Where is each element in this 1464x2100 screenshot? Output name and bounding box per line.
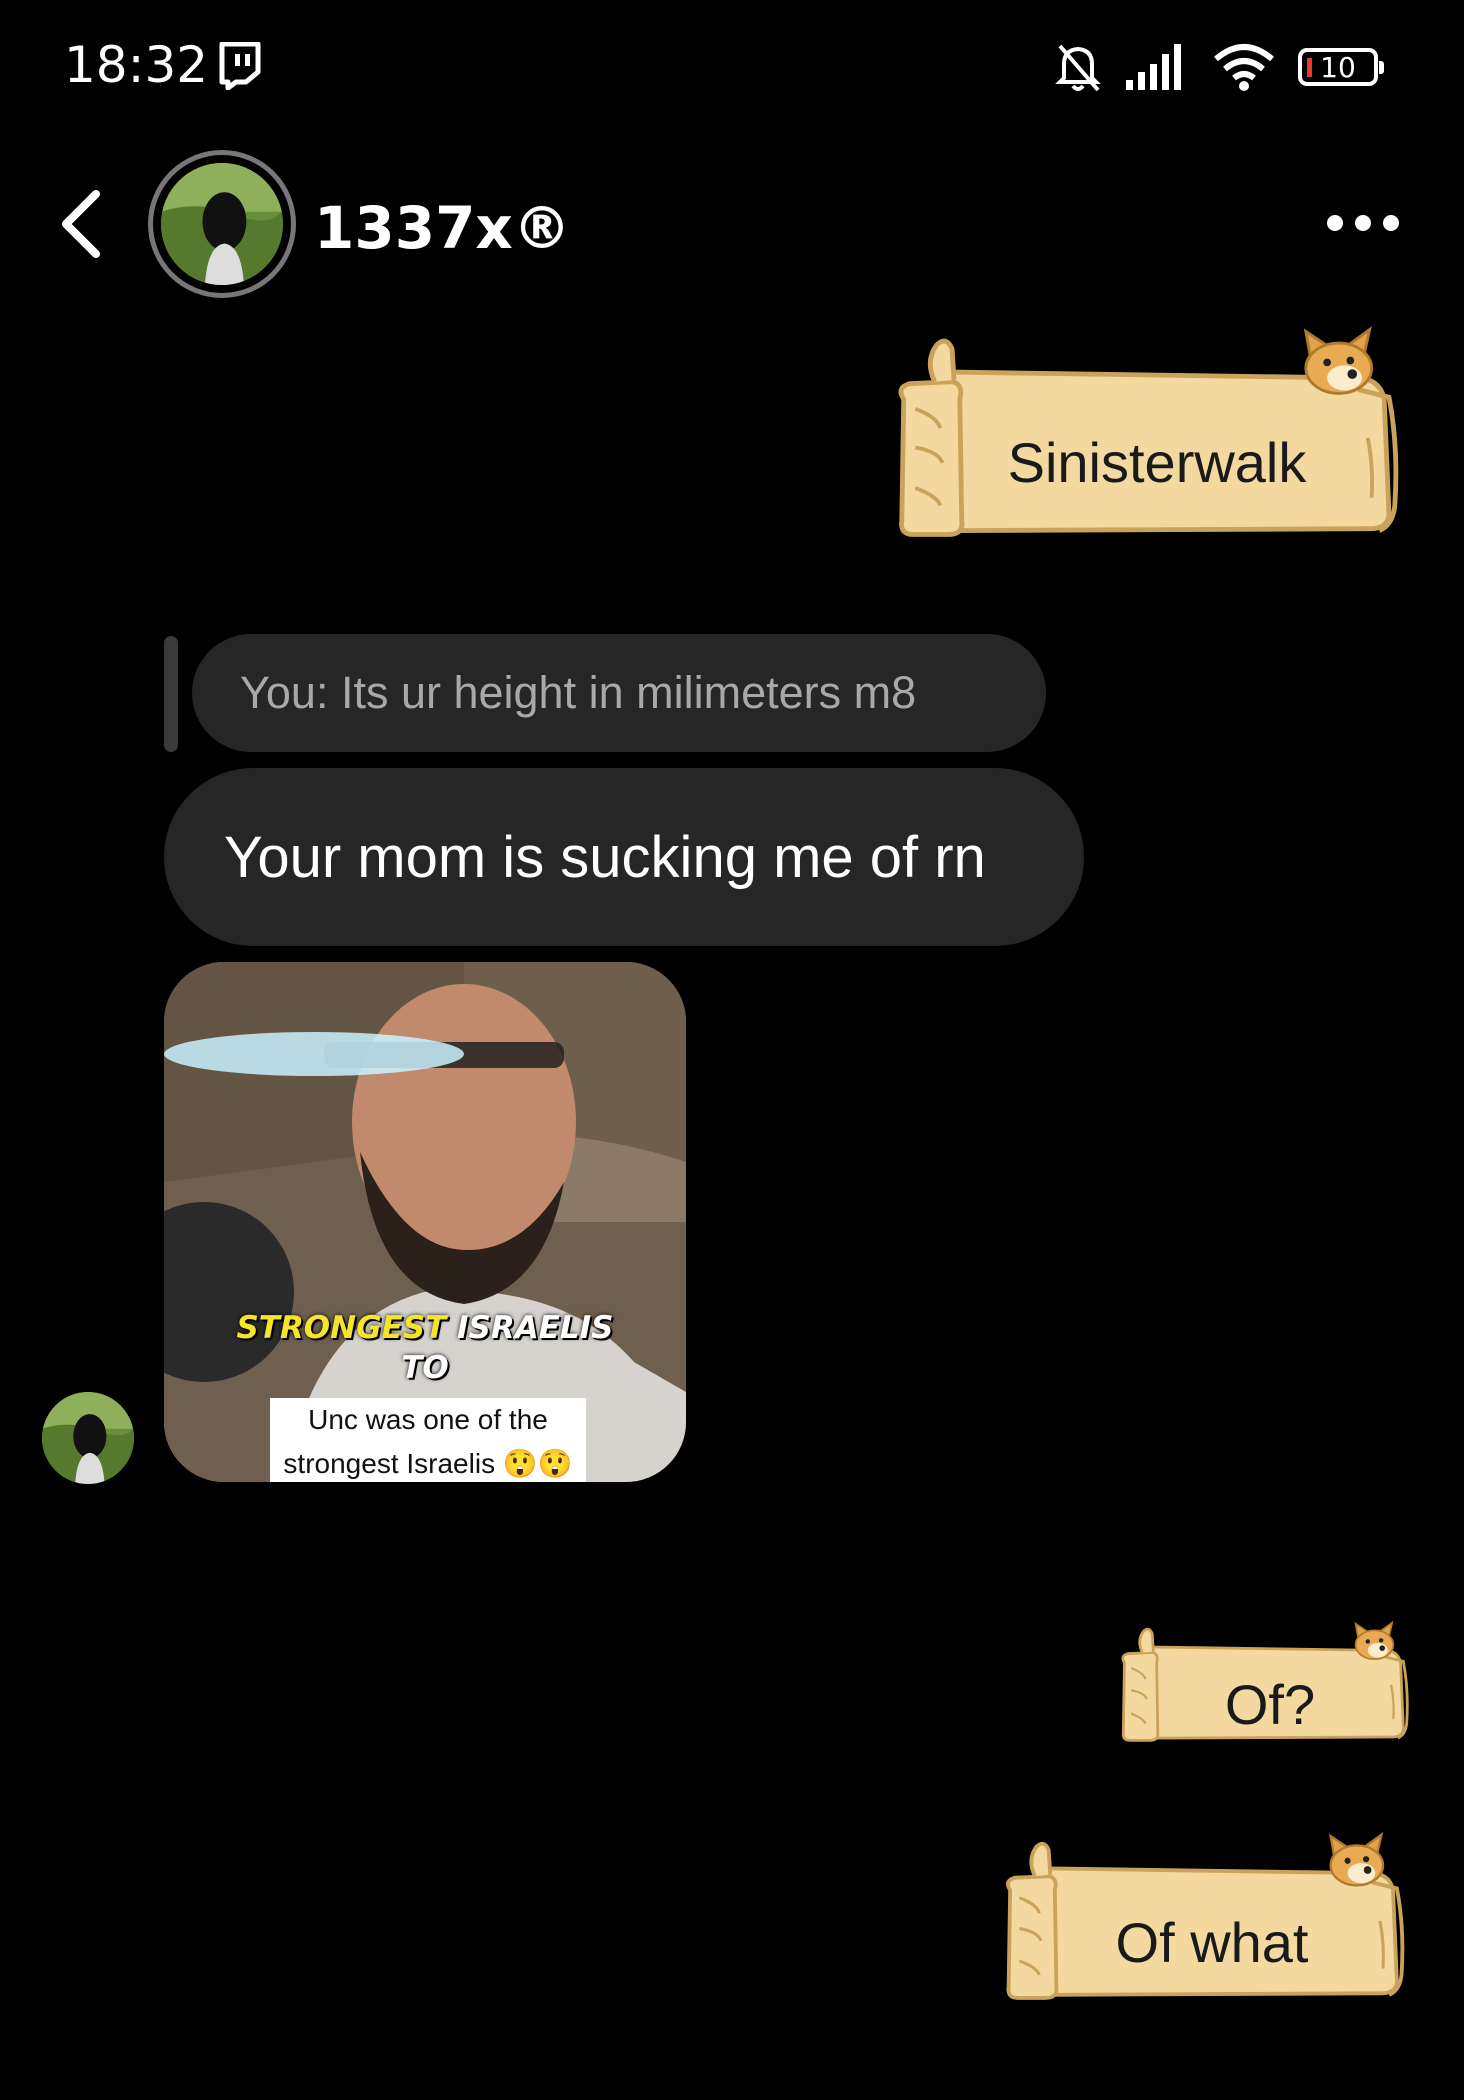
outgoing-message[interactable]: Sinisterwalk — [896, 326, 1418, 540]
status-time: 18:32 — [64, 36, 209, 94]
twitch-icon — [219, 42, 261, 90]
outgoing-message[interactable]: Of? — [1120, 1572, 1420, 1792]
battery-icon: 10 — [1298, 48, 1384, 86]
message-text: Of what — [1115, 1911, 1309, 1974]
video-caption: STRONGEST ISRAELIS TO — [236, 1310, 614, 1386]
outgoing-message[interactable]: Of what — [1004, 1810, 1420, 2024]
wifi-icon — [1214, 44, 1274, 91]
contact-avatar[interactable] — [148, 150, 296, 298]
more-dots-icon[interactable] — [1326, 210, 1400, 236]
chevron-left-icon[interactable] — [54, 186, 110, 262]
battery-level: 10 — [1320, 50, 1356, 84]
status-icons: 10 — [1054, 40, 1384, 94]
quoted-message[interactable]: You: Its ur height in milimeters m8 — [192, 634, 1046, 752]
reply-indicator — [164, 636, 178, 752]
message-text: Sinisterwalk — [1007, 431, 1307, 494]
video-message[interactable]: STRONGEST ISRAELIS TO Unc was one of the… — [164, 962, 686, 1482]
video-subtitle: Unc was one of the strongest Israelis 😲😲 — [270, 1398, 586, 1482]
incoming-message[interactable]: Your mom is sucking me of rn — [164, 768, 1084, 946]
contact-name[interactable]: 1337x® — [314, 194, 571, 262]
signal-icon — [1126, 44, 1181, 90]
notifications-muted-icon — [1055, 44, 1101, 92]
sender-avatar[interactable] — [42, 1392, 134, 1484]
message-text: Of? — [1224, 1673, 1316, 1736]
